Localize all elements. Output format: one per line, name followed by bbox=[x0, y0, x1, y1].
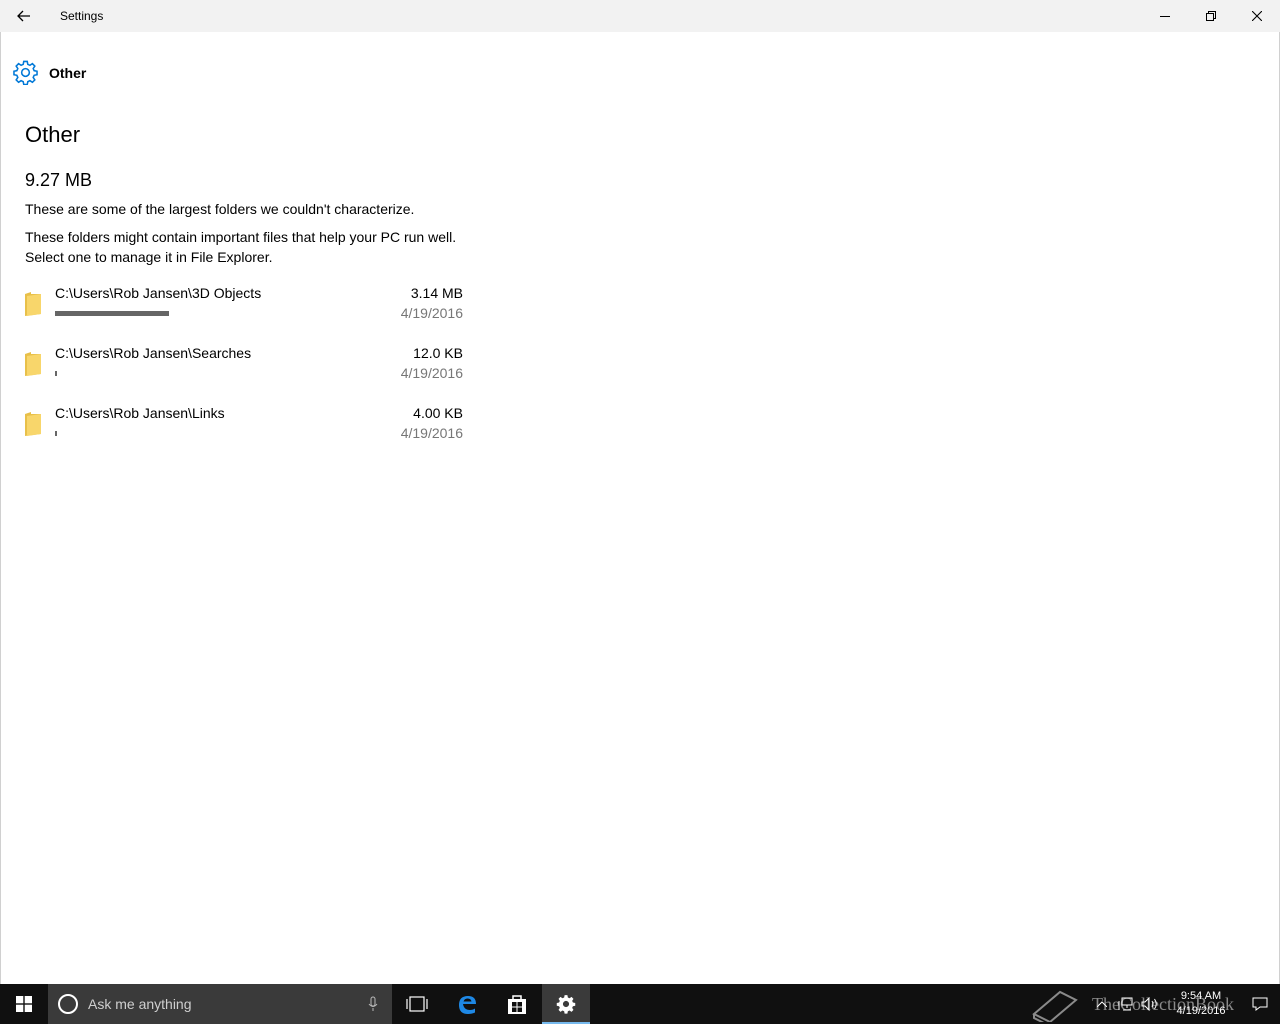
folder-date: 4/19/2016 bbox=[400, 425, 463, 441]
usage-bar bbox=[55, 311, 355, 316]
settings-window: Other Other 9.27 MB These are some of th… bbox=[0, 32, 1280, 984]
settings-app-button[interactable] bbox=[542, 984, 590, 1024]
folder-icon bbox=[25, 412, 41, 436]
close-icon bbox=[1252, 11, 1262, 21]
folder-path: C:\Users\Rob Jansen\3D Objects bbox=[55, 285, 262, 301]
notification-icon bbox=[1252, 997, 1268, 1011]
folder-row[interactable]: C:\Users\Rob Jansen\Links 4.00 KB 4/19/2… bbox=[25, 404, 465, 464]
page-title: Other bbox=[25, 122, 81, 147]
folder-path: C:\Users\Rob Jansen\Searches bbox=[55, 345, 252, 361]
task-view-icon bbox=[406, 996, 428, 1012]
usage-bar bbox=[55, 431, 355, 436]
folder-size: 4.00 KB bbox=[413, 405, 463, 421]
title-bar: Settings bbox=[0, 0, 1280, 32]
description-2: These folders might contain important fi… bbox=[25, 229, 457, 265]
minimize-button[interactable] bbox=[1142, 0, 1188, 32]
edge-button[interactable] bbox=[442, 984, 492, 1024]
total-size: 9.27 MB bbox=[25, 170, 93, 190]
taskbar: TheCollectionBook 9:54 AM 4/19/2016 bbox=[0, 984, 1280, 1024]
folder-list: C:\Users\Rob Jansen\3D Objects 3.14 MB 4… bbox=[25, 284, 465, 464]
search-input[interactable] bbox=[88, 996, 348, 1012]
restore-button[interactable] bbox=[1188, 0, 1234, 32]
folder-path: C:\Users\Rob Jansen\Links bbox=[55, 405, 225, 421]
folder-icon bbox=[25, 292, 41, 316]
chevron-up-icon bbox=[1097, 1001, 1107, 1007]
start-button[interactable] bbox=[0, 984, 48, 1024]
store-icon bbox=[508, 995, 526, 1014]
volume-button[interactable] bbox=[1138, 984, 1162, 1024]
system-tray: 9:54 AM 4/19/2016 bbox=[1090, 984, 1280, 1024]
back-arrow-icon bbox=[17, 10, 30, 22]
description-1: These are some of the largest folders we… bbox=[25, 201, 415, 217]
cortana-icon bbox=[58, 994, 78, 1014]
folder-date: 4/19/2016 bbox=[400, 305, 463, 321]
restore-icon bbox=[1206, 11, 1216, 21]
minimize-icon bbox=[1160, 16, 1170, 17]
window-title: Settings bbox=[60, 9, 104, 23]
folder-date: 4/19/2016 bbox=[400, 365, 463, 381]
usage-bar-fill bbox=[55, 431, 57, 436]
windows-logo-icon bbox=[16, 996, 32, 1012]
cortana-search-box[interactable] bbox=[48, 984, 392, 1024]
page-header: Other bbox=[13, 60, 86, 85]
clock-time: 9:54 AM bbox=[1180, 990, 1222, 1002]
task-view-button[interactable] bbox=[392, 984, 442, 1024]
folder-row[interactable]: C:\Users\Rob Jansen\3D Objects 3.14 MB 4… bbox=[25, 284, 465, 344]
action-center-button[interactable] bbox=[1240, 984, 1280, 1024]
clock-date: 4/19/2016 bbox=[1176, 1005, 1226, 1017]
volume-icon bbox=[1141, 997, 1157, 1011]
book-logo-icon bbox=[1032, 990, 1078, 1022]
close-button[interactable] bbox=[1234, 0, 1280, 32]
show-hidden-icons-button[interactable] bbox=[1090, 984, 1114, 1024]
gear-icon bbox=[13, 60, 38, 85]
usage-bar-fill bbox=[55, 371, 57, 376]
edge-icon bbox=[459, 996, 476, 1014]
folder-size: 3.14 MB bbox=[410, 285, 463, 301]
content-area: Other 9.27 MB These are some of the larg… bbox=[25, 120, 465, 464]
network-button[interactable] bbox=[1114, 984, 1138, 1024]
network-icon bbox=[1118, 997, 1133, 1011]
header-label: Other bbox=[49, 64, 87, 81]
folder-row[interactable]: C:\Users\Rob Jansen\Searches 12.0 KB 4/1… bbox=[25, 344, 465, 404]
clock[interactable]: 9:54 AM 4/19/2016 bbox=[1162, 989, 1240, 1019]
usage-bar bbox=[55, 371, 355, 376]
usage-bar-fill bbox=[55, 311, 169, 316]
folder-size: 12.0 KB bbox=[413, 345, 463, 361]
back-button[interactable] bbox=[0, 0, 48, 32]
microphone-icon[interactable] bbox=[368, 996, 378, 1012]
folder-icon bbox=[25, 352, 41, 376]
store-button[interactable] bbox=[492, 984, 542, 1024]
settings-icon bbox=[556, 995, 576, 1014]
window-controls bbox=[1142, 0, 1280, 32]
